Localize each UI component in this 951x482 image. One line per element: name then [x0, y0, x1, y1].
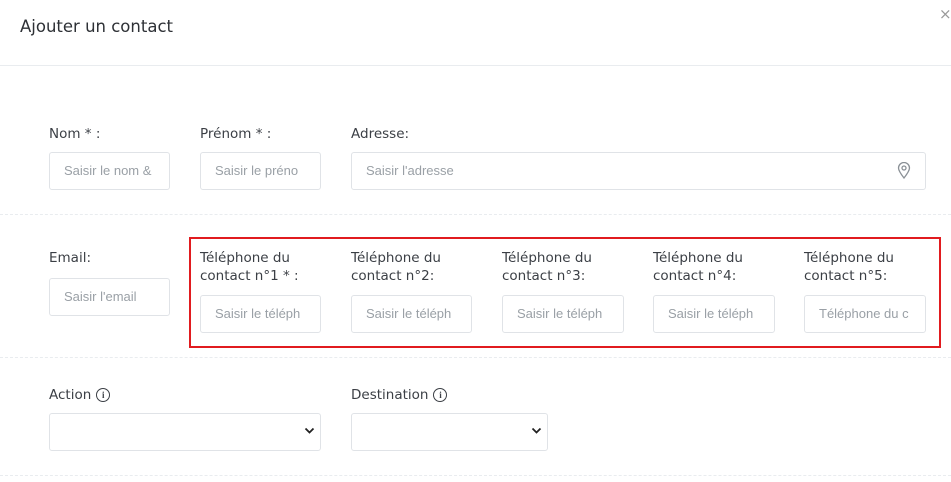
- phone3-label: Téléphone du contact n°3:: [502, 250, 592, 284]
- phone4-input[interactable]: Saisir le téléph: [653, 295, 775, 333]
- info-icon[interactable]: i: [96, 388, 111, 402]
- row-separator: [0, 475, 951, 476]
- phone5-label: Téléphone du contact n°5:: [804, 250, 894, 284]
- close-icon[interactable]: ×: [939, 4, 951, 24]
- map-pin-icon[interactable]: [897, 162, 911, 179]
- adresse-label: Adresse:: [351, 126, 410, 142]
- chevron-down-icon: [531, 427, 542, 434]
- modal-title: Ajouter un contact: [20, 17, 173, 36]
- info-icon[interactable]: i: [433, 388, 448, 402]
- prenom-input[interactable]: Saisir le préno: [200, 152, 321, 190]
- phone4-label: Téléphone du contact n°4:: [653, 250, 743, 284]
- phone5-input[interactable]: Téléphone du c: [804, 295, 926, 333]
- action-select[interactable]: [49, 413, 321, 451]
- phone1-label: Téléphone du contact n°1 * :: [200, 250, 299, 284]
- email-input[interactable]: Saisir l'email: [49, 278, 170, 316]
- destination-select[interactable]: [351, 413, 548, 451]
- nom-label: Nom * :: [49, 126, 101, 142]
- phone2-input[interactable]: Saisir le téléph: [351, 295, 472, 333]
- email-label: Email:: [49, 250, 92, 266]
- row-separator: [0, 214, 951, 215]
- phone3-input[interactable]: Saisir le téléph: [502, 295, 624, 333]
- phone2-label: Téléphone du contact n°2:: [351, 250, 441, 284]
- destination-label: Destination i: [351, 386, 448, 404]
- row-separator: [0, 357, 951, 358]
- adresse-input[interactable]: Saisir l'adresse: [351, 152, 926, 190]
- prenom-label: Prénom * :: [200, 126, 272, 142]
- phone1-input[interactable]: Saisir le téléph: [200, 295, 321, 333]
- modal-header: Ajouter un contact ×: [0, 0, 951, 66]
- action-label: Action i: [49, 386, 111, 404]
- chevron-down-icon: [304, 427, 315, 434]
- nom-input[interactable]: Saisir le nom &: [49, 152, 170, 190]
